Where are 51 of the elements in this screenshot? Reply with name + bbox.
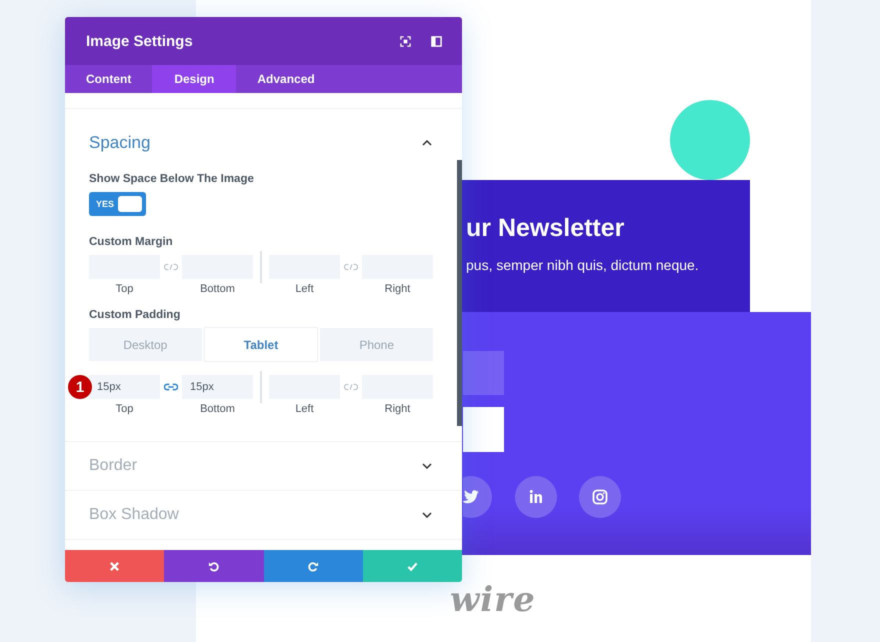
field-label: Left [295,403,314,415]
redo-button[interactable] [264,550,363,582]
step-badge: 1 [68,375,92,399]
tab[interactable]: Advanced [236,65,336,93]
sidebar-icon[interactable] [431,36,442,46]
tab[interactable]: Content [65,65,152,93]
tab[interactable]: Design [152,65,236,93]
device-tab[interactable]: Desktop [89,328,202,361]
section-title[interactable]: Spacing [89,133,150,153]
save-button[interactable] [362,550,462,582]
chevron-icon[interactable] [422,463,432,469]
field-label: Top [116,403,134,415]
scrollbar[interactable] [457,160,462,426]
field-label: Bottom [200,403,235,415]
redo-icon [308,560,319,572]
device-tab[interactable]: Tablet [204,328,318,361]
input-field[interactable]: 15px [182,375,253,399]
field-label: Top [116,283,134,295]
instagram-icon[interactable] [579,476,621,518]
newsletter-text: pus, semper nibh quis, dictum neque. [466,257,699,273]
close-icon [109,560,120,572]
option-label: Show Space Below The Image [89,173,255,185]
unlink-icon[interactable] [344,262,358,272]
field-label: Right [384,283,410,295]
check-icon [406,560,418,572]
logo[interactable]: wire [450,580,536,620]
name-field[interactable] [463,351,504,395]
unlink-icon[interactable] [344,382,358,392]
email-field[interactable] [463,407,504,452]
newsletter-heading: ur Newsletter [466,214,624,243]
option-label: Custom Padding [89,309,182,321]
linkedin-icon[interactable] [515,476,557,518]
section-title[interactable]: Border [89,457,138,475]
fullscreen-icon[interactable] [400,36,411,46]
chevron-icon[interactable] [422,140,432,146]
toggle-switch[interactable]: YES [89,192,146,216]
field-label: Right [384,403,410,415]
input-field[interactable]: 15px [89,375,160,399]
cancel-button[interactable] [65,550,164,582]
section-title[interactable]: Box Shadow [89,506,179,524]
chevron-icon[interactable] [422,512,432,518]
twitter-icon[interactable] [463,476,492,518]
option-label: Custom Margin [89,236,174,248]
field-label: Bottom [200,283,235,295]
field-label: Left [295,283,314,295]
unlink-icon[interactable] [164,262,178,272]
undo-icon [208,560,220,572]
device-tab[interactable]: Phone [320,328,434,361]
undo-button[interactable] [164,550,264,582]
link-icon[interactable] [164,382,178,392]
panel-title: Image Settings [86,32,194,50]
